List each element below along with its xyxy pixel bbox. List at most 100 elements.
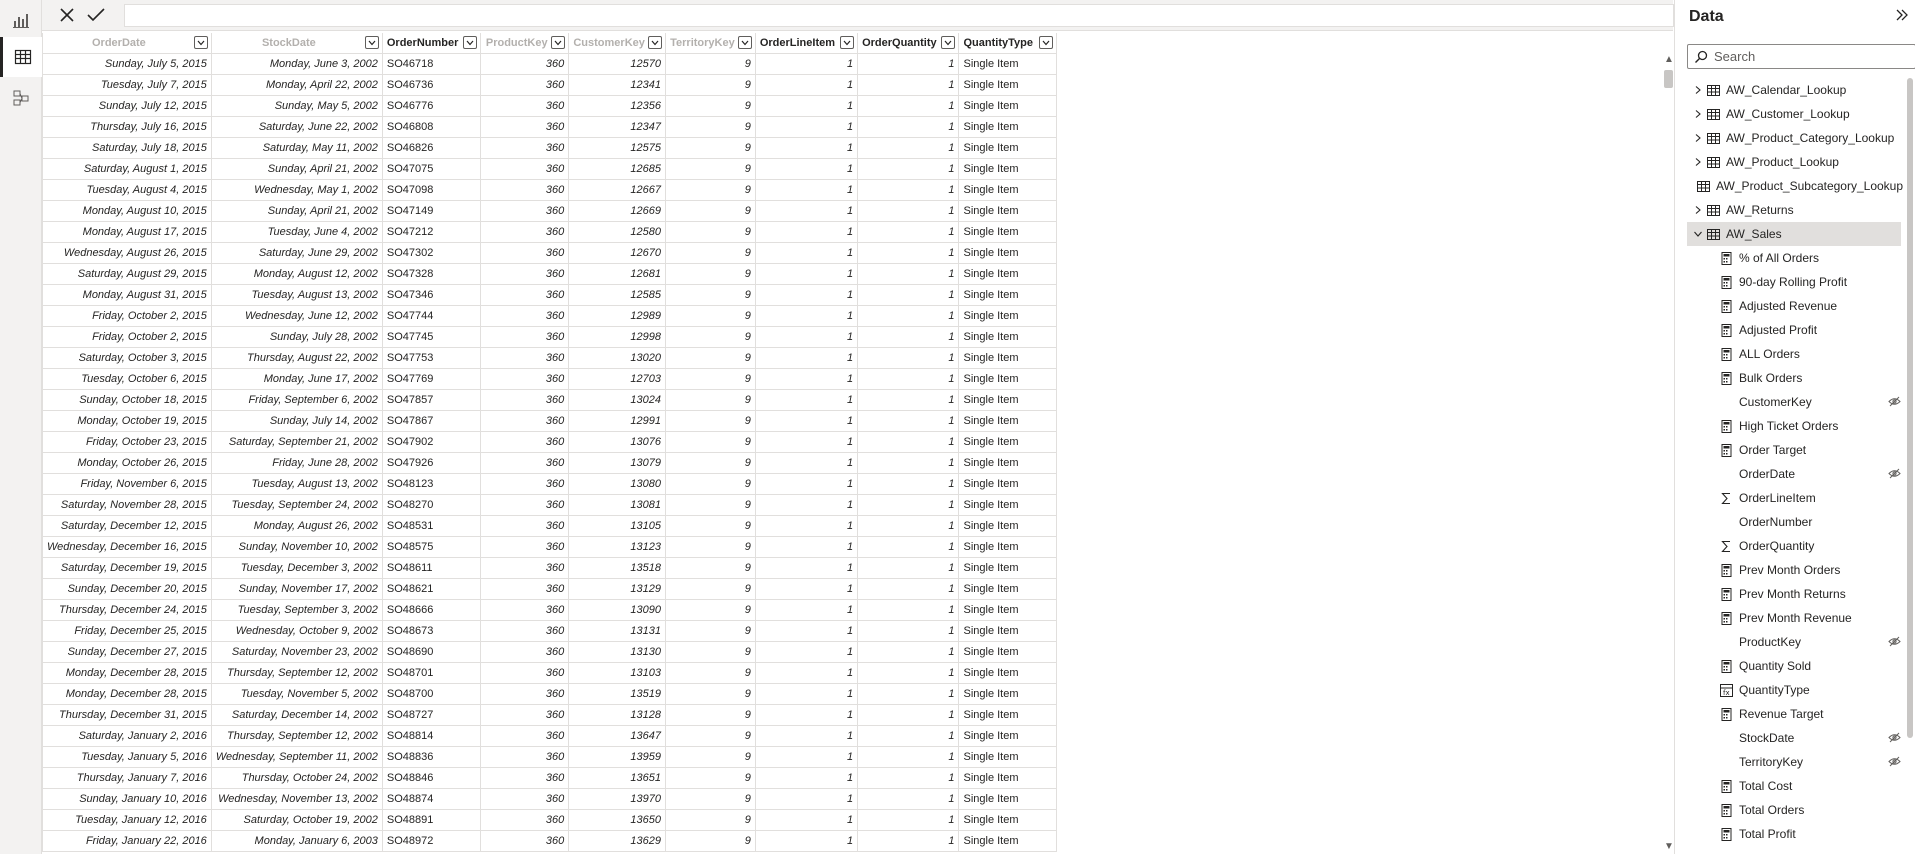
scroll-thumb[interactable] bbox=[1664, 70, 1673, 88]
field-item[interactable]: Bulk Orders bbox=[1687, 366, 1901, 390]
cell-customerkey[interactable]: 13080 bbox=[568, 472, 667, 495]
cell-customerkey[interactable]: 12580 bbox=[568, 220, 667, 243]
field-item[interactable]: Prev Month Revenue bbox=[1687, 606, 1901, 630]
cell-orderdate[interactable]: Friday, October 2, 2015 bbox=[42, 325, 212, 348]
cell-stockdate[interactable]: Thursday, September 12, 2002 bbox=[210, 724, 383, 747]
cell-territorykey[interactable]: 9 bbox=[665, 661, 756, 684]
field-item[interactable]: CustomerKey bbox=[1687, 390, 1901, 414]
cell-stockdate[interactable]: Saturday, November 23, 2002 bbox=[210, 640, 383, 663]
cell-ordernumber[interactable]: SO48727 bbox=[381, 703, 482, 726]
cell-quantitytype[interactable]: Single Item bbox=[958, 157, 1057, 180]
cell-ordernumber[interactable]: SO48621 bbox=[381, 577, 482, 600]
cell-customerkey[interactable]: 13959 bbox=[568, 745, 667, 768]
cell-quantitytype[interactable]: Single Item bbox=[958, 430, 1057, 453]
cell-orderquantity[interactable]: 1 bbox=[857, 430, 960, 453]
scroll-down-icon[interactable]: ▼ bbox=[1664, 841, 1674, 852]
cell-orderlineitem[interactable]: 1 bbox=[754, 703, 859, 726]
cell-stockdate[interactable]: Tuesday, August 13, 2002 bbox=[210, 283, 383, 306]
cell-productkey[interactable]: 360 bbox=[480, 808, 570, 831]
cell-orderdate[interactable]: Tuesday, October 6, 2015 bbox=[42, 367, 212, 390]
cell-ordernumber[interactable]: SO47098 bbox=[381, 178, 482, 201]
field-item[interactable]: fx QuantityType bbox=[1687, 678, 1901, 702]
column-header-orderquantity[interactable]: OrderQuantity bbox=[857, 33, 960, 54]
cell-customerkey[interactable]: 13024 bbox=[568, 388, 667, 411]
cell-quantitytype[interactable]: Single Item bbox=[958, 73, 1057, 96]
cell-productkey[interactable]: 360 bbox=[480, 682, 570, 705]
cell-stockdate[interactable]: Tuesday, August 13, 2002 bbox=[210, 472, 383, 495]
cell-territorykey[interactable]: 9 bbox=[665, 430, 756, 453]
cell-orderdate[interactable]: Saturday, December 12, 2015 bbox=[42, 514, 212, 537]
cell-orderlineitem[interactable]: 1 bbox=[754, 724, 859, 747]
cell-ordernumber[interactable]: SO48690 bbox=[381, 640, 482, 663]
field-item[interactable]: OrderLineItem bbox=[1687, 486, 1901, 510]
cell-ordernumber[interactable]: SO47075 bbox=[381, 157, 482, 180]
cell-orderquantity[interactable]: 1 bbox=[857, 745, 960, 768]
cell-territorykey[interactable]: 9 bbox=[665, 745, 756, 768]
cell-productkey[interactable]: 360 bbox=[480, 262, 570, 285]
cell-stockdate[interactable]: Saturday, October 19, 2002 bbox=[210, 808, 383, 831]
cell-ordernumber[interactable]: SO48891 bbox=[381, 808, 482, 831]
cell-orderdate[interactable]: Saturday, January 2, 2016 bbox=[42, 724, 212, 747]
cell-ordernumber[interactable]: SO47769 bbox=[381, 367, 482, 390]
cell-ordernumber[interactable]: SO47328 bbox=[381, 262, 482, 285]
cell-customerkey[interactable]: 13081 bbox=[568, 493, 667, 516]
cell-territorykey[interactable]: 9 bbox=[665, 52, 756, 75]
cell-orderdate[interactable]: Sunday, December 27, 2015 bbox=[42, 640, 212, 663]
cell-ordernumber[interactable]: SO47745 bbox=[381, 325, 482, 348]
cell-territorykey[interactable]: 9 bbox=[665, 535, 756, 558]
cell-orderdate[interactable]: Tuesday, January 5, 2016 bbox=[42, 745, 212, 768]
cell-ordernumber[interactable]: SO47149 bbox=[381, 199, 482, 222]
cell-productkey[interactable]: 360 bbox=[480, 241, 570, 264]
cell-ordernumber[interactable]: SO48666 bbox=[381, 598, 482, 621]
cell-ordernumber[interactable]: SO47212 bbox=[381, 220, 482, 243]
column-header-stockdate[interactable]: StockDate bbox=[210, 33, 383, 54]
cell-customerkey[interactable]: 12998 bbox=[568, 325, 667, 348]
cell-customerkey[interactable]: 12570 bbox=[568, 52, 667, 75]
table-node-aw-product-lookup[interactable]: AW_Product_Lookup bbox=[1687, 150, 1901, 174]
cell-orderquantity[interactable]: 1 bbox=[857, 115, 960, 138]
cell-stockdate[interactable]: Wednesday, May 1, 2002 bbox=[210, 178, 383, 201]
cell-ordernumber[interactable]: SO47346 bbox=[381, 283, 482, 306]
cell-orderlineitem[interactable]: 1 bbox=[754, 451, 859, 474]
field-item[interactable]: Adjusted Profit bbox=[1687, 318, 1901, 342]
cell-quantitytype[interactable]: Single Item bbox=[958, 388, 1057, 411]
cell-productkey[interactable]: 360 bbox=[480, 73, 570, 96]
cell-orderlineitem[interactable]: 1 bbox=[754, 283, 859, 306]
cell-customerkey[interactable]: 12669 bbox=[568, 199, 667, 222]
cell-customerkey[interactable]: 13129 bbox=[568, 577, 667, 600]
cell-orderdate[interactable]: Sunday, July 12, 2015 bbox=[42, 94, 212, 117]
cell-quantitytype[interactable]: Single Item bbox=[958, 241, 1057, 264]
cell-stockdate[interactable]: Tuesday, September 3, 2002 bbox=[210, 598, 383, 621]
cell-customerkey[interactable]: 13020 bbox=[568, 346, 667, 369]
cell-stockdate[interactable]: Wednesday, September 11, 2002 bbox=[210, 745, 383, 768]
cell-quantitytype[interactable]: Single Item bbox=[958, 220, 1057, 243]
cell-ordernumber[interactable]: SO47926 bbox=[381, 451, 482, 474]
cell-stockdate[interactable]: Monday, April 22, 2002 bbox=[210, 73, 383, 96]
cell-orderquantity[interactable]: 1 bbox=[857, 493, 960, 516]
cell-stockdate[interactable]: Sunday, May 5, 2002 bbox=[210, 94, 383, 117]
cell-orderquantity[interactable]: 1 bbox=[857, 724, 960, 747]
cell-orderdate[interactable]: Thursday, December 24, 2015 bbox=[42, 598, 212, 621]
cell-orderquantity[interactable]: 1 bbox=[857, 52, 960, 75]
cell-territorykey[interactable]: 9 bbox=[665, 94, 756, 117]
cell-quantitytype[interactable]: Single Item bbox=[958, 325, 1057, 348]
cell-stockdate[interactable]: Sunday, November 17, 2002 bbox=[210, 577, 383, 600]
cell-customerkey[interactable]: 12347 bbox=[568, 115, 667, 138]
formula-input[interactable] bbox=[124, 4, 1674, 27]
cell-orderquantity[interactable]: 1 bbox=[857, 619, 960, 642]
scroll-up-icon[interactable]: ▲ bbox=[1664, 54, 1674, 65]
cell-orderlineitem[interactable]: 1 bbox=[754, 535, 859, 558]
cell-orderquantity[interactable]: 1 bbox=[857, 577, 960, 600]
filter-dropdown-icon[interactable] bbox=[1039, 36, 1053, 49]
cell-quantitytype[interactable]: Single Item bbox=[958, 703, 1057, 726]
cell-stockdate[interactable]: Saturday, June 22, 2002 bbox=[210, 115, 383, 138]
cell-ordernumber[interactable]: SO48611 bbox=[381, 556, 482, 579]
cell-ordernumber[interactable]: SO48874 bbox=[381, 787, 482, 810]
cell-stockdate[interactable]: Monday, June 17, 2002 bbox=[210, 367, 383, 390]
cell-territorykey[interactable]: 9 bbox=[665, 514, 756, 537]
field-item[interactable]: % of All Orders bbox=[1687, 246, 1901, 270]
cell-quantitytype[interactable]: Single Item bbox=[958, 409, 1057, 432]
cell-productkey[interactable]: 360 bbox=[480, 325, 570, 348]
cell-orderdate[interactable]: Monday, October 19, 2015 bbox=[42, 409, 212, 432]
cell-territorykey[interactable]: 9 bbox=[665, 367, 756, 390]
